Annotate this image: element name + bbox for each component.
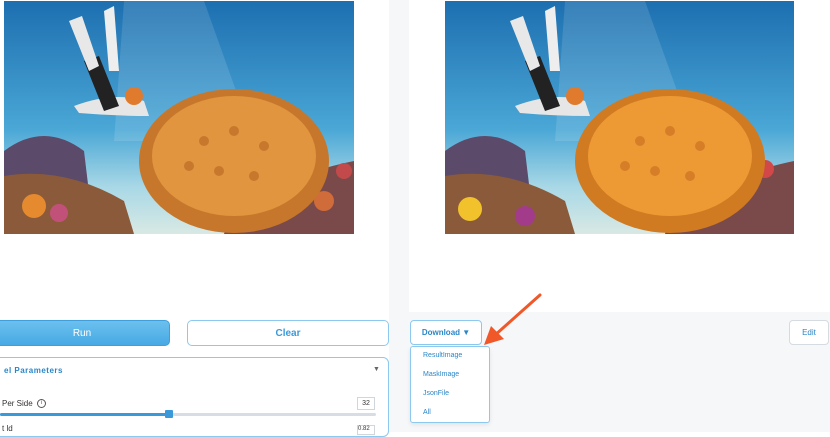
edit-button[interactable]: Edit: [789, 320, 829, 345]
chevron-down-icon[interactable]: ▼: [373, 366, 380, 373]
download-menu-item[interactable]: MaskImage: [423, 371, 459, 378]
output-image[interactable]: [445, 1, 794, 234]
info-icon[interactable]: i: [36, 399, 46, 409]
run-button[interactable]: Run: [0, 320, 170, 346]
points-per-side-slider-fill: [0, 413, 170, 416]
download-menu-item[interactable]: ResultImage: [423, 352, 462, 359]
points-per-side-label: Per Side i: [2, 399, 46, 409]
input-image[interactable]: [4, 1, 354, 234]
red-arrow-icon: [484, 293, 542, 345]
points-per-side-input[interactable]: 32: [357, 397, 375, 410]
points-per-side-slider-thumb[interactable]: [165, 410, 174, 418]
download-button[interactable]: Download ▼: [410, 320, 482, 345]
download-menu: ResultImage MaskImage JsonFile All: [410, 346, 490, 423]
threshold-input[interactable]: 0.82: [357, 425, 375, 435]
panel-gap: [389, 0, 409, 312]
download-menu-item[interactable]: All: [423, 409, 431, 416]
download-menu-item[interactable]: JsonFile: [423, 390, 449, 397]
model-parameters-title[interactable]: el Parameters: [4, 366, 63, 375]
clear-button[interactable]: Clear: [187, 320, 389, 346]
points-per-side-text: Per Side: [2, 399, 33, 408]
